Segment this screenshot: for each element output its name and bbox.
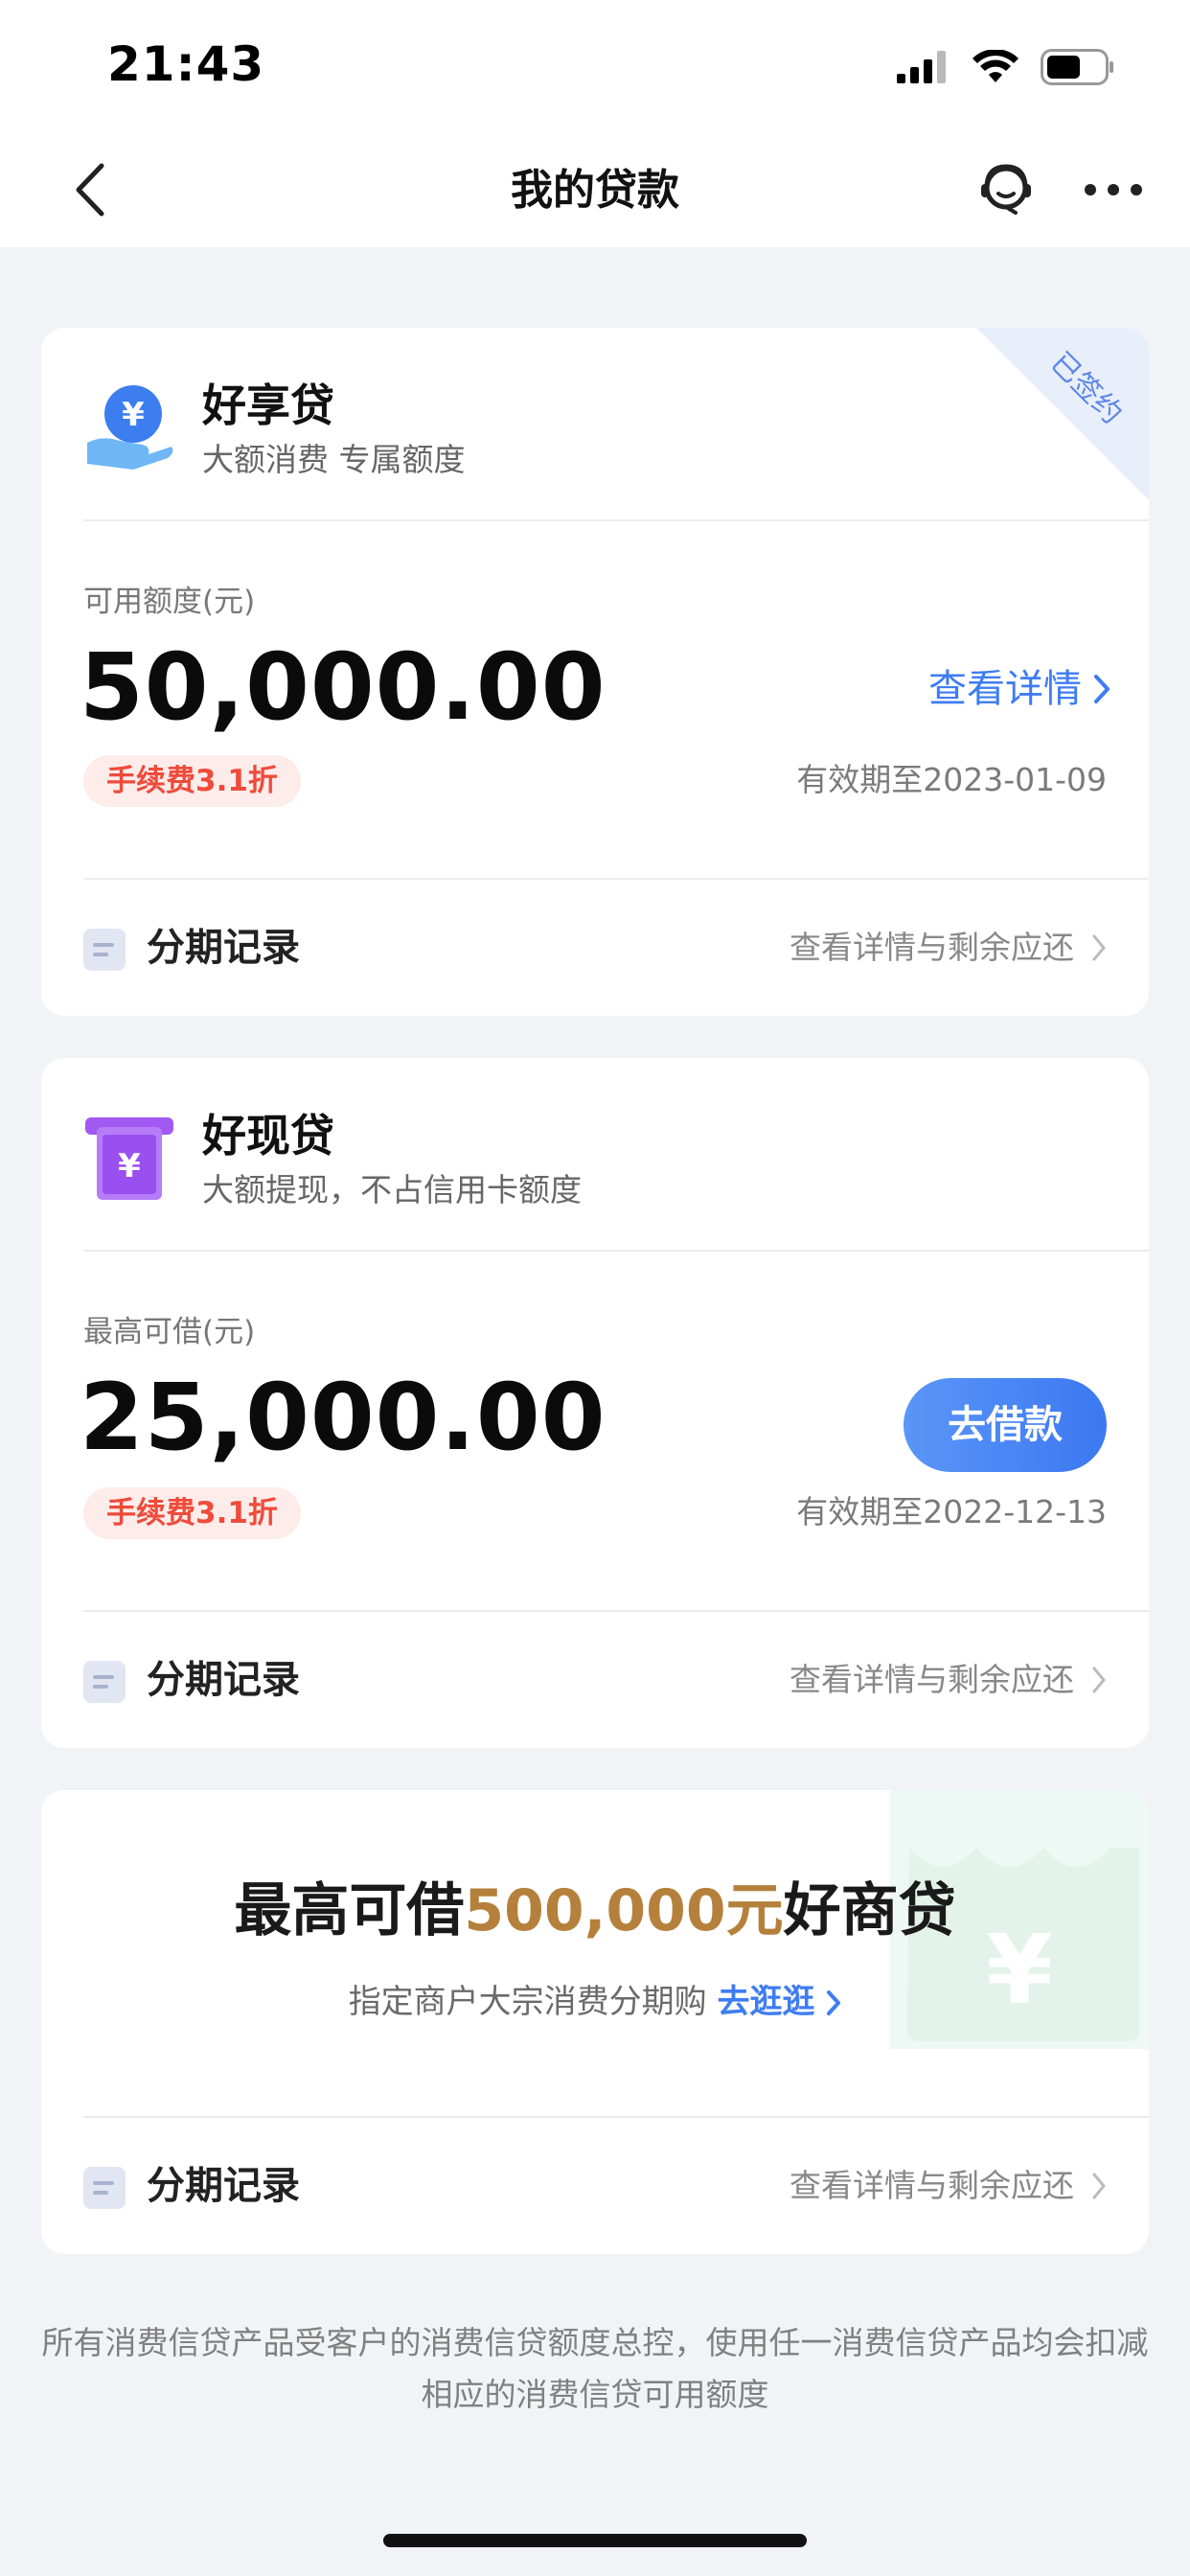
more-button[interactable] [1075, 151, 1152, 228]
available-amount: 50,000.00 [80, 633, 606, 741]
installment-record-row[interactable]: 分期记录 查看详情与剩余应还 [41, 2118, 1149, 2254]
view-detail-label: 查看详情 [928, 667, 1082, 711]
promo-title: 最高可借500,000元好商贷 [41, 1874, 1149, 1947]
validity-date: 有效期至2023-01-09 [796, 761, 1107, 798]
promo-title-suffix: 好商贷 [783, 1877, 956, 1944]
signed-ribbon: 已签约 [976, 328, 1149, 500]
home-indicator[interactable] [383, 2534, 807, 2547]
customer-service-icon [981, 164, 1031, 215]
wifi-icon [973, 50, 1018, 82]
amount-label: 可用额度(元) [83, 585, 256, 619]
record-link-label: 查看详情与剩余应还 [790, 929, 1074, 966]
record-doc-icon [83, 2167, 126, 2209]
amount-label: 最高可借(元) [83, 1315, 256, 1349]
view-detail-link[interactable]: 查看详情 [928, 665, 1110, 713]
chevron-right-icon [827, 1990, 841, 2015]
yuan-hand-icon: ¥ [87, 385, 173, 470]
promo-card-haoshangdai: ¥ 最高可借500,000元好商贷 指定商户大宗消费分期购 去逛逛 分期记录 查… [41, 1790, 1149, 2254]
fee-discount-badge: 手续费3.1折 [83, 1487, 301, 1539]
installment-record-row[interactable]: 分期记录 查看详情与剩余应还 [41, 880, 1149, 1016]
divider [83, 1250, 1149, 1252]
promo-title-prefix: 最高可借 [234, 1877, 465, 1944]
record-title: 分期记录 [147, 1658, 300, 1702]
more-dots-icon [1085, 184, 1142, 196]
credit-limit-note: 所有消费信贷产品受客户的消费信贷额度总控，使用任一消费信贷产品均会扣减相应的消费… [41, 2324, 1149, 2413]
svg-text:¥: ¥ [118, 1147, 141, 1185]
status-bar: 21:43 [0, 0, 1190, 134]
record-doc-icon [83, 1661, 126, 1703]
installment-record-row[interactable]: 分期记录 查看详情与剩余应还 [41, 1612, 1149, 1748]
record-link[interactable]: 查看详情与剩余应还 [790, 2166, 1107, 2206]
record-link-label: 查看详情与剩余应还 [790, 1661, 1074, 1698]
chevron-right-icon [1092, 1667, 1106, 1693]
signal-icon [897, 51, 946, 83]
customer-service-button[interactable] [968, 151, 1044, 228]
product-name: 好现贷 [202, 1110, 334, 1162]
loan-card-haoxiandai: ¥ 好现贷 大额提现，不占信用卡额度 最高可借(元) 25,000.00 去借款… [41, 1058, 1149, 1748]
record-title: 分期记录 [147, 2164, 300, 2208]
chevron-right-icon [1092, 934, 1106, 961]
record-doc-icon [83, 929, 126, 971]
chevron-right-icon [1094, 675, 1110, 703]
chevron-right-icon [1092, 2173, 1106, 2199]
status-icons [897, 48, 1115, 86]
record-link-label: 查看详情与剩余应还 [790, 2167, 1074, 2204]
record-link[interactable]: 查看详情与剩余应还 [790, 1660, 1107, 1700]
record-title: 分期记录 [147, 926, 300, 970]
yuan-atm-icon: ¥ [85, 1117, 173, 1200]
promo-subtitle: 指定商户大宗消费分期购 去逛逛 [41, 1980, 1149, 2024]
product-subtitle: 大额消费 专属额度 [202, 441, 466, 478]
loan-card-haoxiangdai: 已签约 ¥ 好享贷 大额消费 专属额度 可用额度(元) 50,000.00 查看… [41, 328, 1149, 1016]
go-browse-label: 去逛逛 [717, 1983, 815, 2021]
fee-discount-badge: 手续费3.1折 [83, 755, 301, 807]
validity-date: 有效期至2022-12-13 [796, 1493, 1107, 1530]
go-browse-link[interactable]: 去逛逛 [717, 1983, 841, 2021]
divider [83, 519, 1149, 521]
ribbon-shape: 已签约 [976, 328, 1149, 500]
promo-subtitle-text: 指定商户大宗消费分期购 [348, 1983, 707, 2021]
record-link[interactable]: 查看详情与剩余应还 [790, 928, 1107, 968]
max-borrow-amount: 25,000.00 [80, 1364, 606, 1471]
nav-bar: 我的贷款 [0, 134, 1190, 247]
product-name: 好享贷 [202, 380, 334, 431]
promo-title-highlight: 500,000元 [464, 1877, 784, 1944]
svg-text:¥: ¥ [122, 396, 145, 434]
borrow-button[interactable]: 去借款 [904, 1378, 1107, 1472]
battery-icon [1041, 49, 1113, 85]
status-time: 21:43 [107, 36, 265, 92]
product-subtitle: 大额提现，不占信用卡额度 [202, 1171, 582, 1208]
